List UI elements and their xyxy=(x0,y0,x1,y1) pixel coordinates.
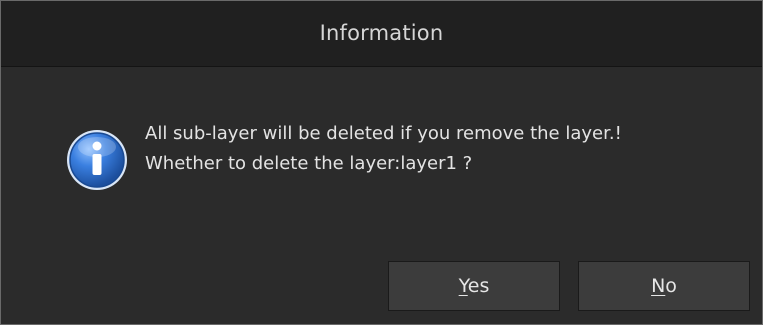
message-line-question: Whether to delete the layer:layer1 ? xyxy=(145,153,473,174)
yes-button-label-rest: es xyxy=(467,275,490,297)
info-icon xyxy=(67,130,127,190)
information-dialog: Information All sub-layer will be delete… xyxy=(0,0,763,325)
dialog-message: All sub-layer will be deleted if you rem… xyxy=(145,119,622,179)
dialog-titlebar: Information xyxy=(1,1,762,67)
dialog-title: Information xyxy=(319,21,444,45)
message-line-warning: All sub-layer will be deleted if you rem… xyxy=(145,123,622,144)
yes-button[interactable]: Yes xyxy=(388,261,560,311)
yes-button-mnemonic: Y xyxy=(458,275,468,297)
no-button-label-rest: o xyxy=(665,275,677,297)
no-button-mnemonic: N xyxy=(651,275,666,297)
no-button[interactable]: No xyxy=(578,261,750,311)
